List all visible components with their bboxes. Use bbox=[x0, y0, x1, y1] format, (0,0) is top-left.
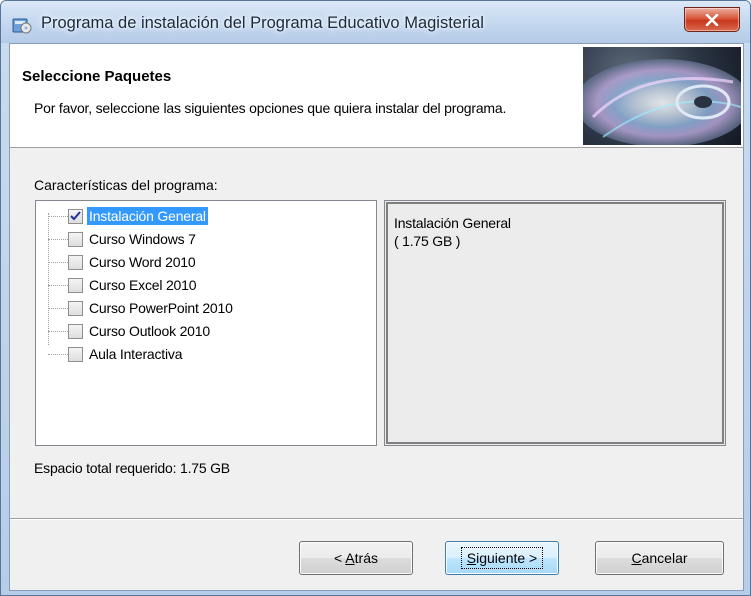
features-label: Características del programa: bbox=[34, 177, 218, 193]
cd-disc-banner-icon bbox=[583, 47, 741, 145]
checkbox-curso-windows-7[interactable] bbox=[68, 231, 83, 247]
tree-item-label[interactable]: Curso Word 2010 bbox=[87, 253, 197, 271]
back-button-label: < Atrás bbox=[334, 550, 378, 566]
description-size: ( 1.75 GB ) bbox=[394, 233, 461, 249]
tree-item-curso-powerpoint-2010[interactable]: Curso PowerPoint 2010 bbox=[48, 297, 235, 319]
checkbox-curso-word-2010[interactable] bbox=[68, 254, 83, 270]
cancel-button-label: Cancelar bbox=[631, 550, 688, 566]
checkbox-curso-outlook-2010[interactable] bbox=[68, 323, 83, 339]
tree-item-label[interactable]: Instalación General bbox=[87, 207, 208, 225]
tree-item-label[interactable]: Curso PowerPoint 2010 bbox=[87, 299, 235, 317]
installer-window: Programa de instalación del Programa Edu… bbox=[0, 0, 751, 596]
tree-item-label[interactable]: Curso Windows 7 bbox=[87, 230, 198, 248]
close-icon bbox=[705, 13, 719, 26]
window-title: Programa de instalación del Programa Edu… bbox=[41, 14, 484, 32]
page-subtitle: Por favor, seleccione las siguientes opc… bbox=[34, 100, 507, 116]
page-title: Seleccione Paquetes bbox=[22, 68, 172, 85]
tree-item-aula-interactiva[interactable]: Aula Interactiva bbox=[48, 343, 184, 365]
tree-item-label[interactable]: Curso Excel 2010 bbox=[87, 276, 198, 294]
tree-item-label[interactable]: Aula Interactiva bbox=[87, 345, 184, 363]
tree-item-instalacion-general[interactable]: Instalación General bbox=[48, 205, 208, 227]
tree-item-label[interactable]: Curso Outlook 2010 bbox=[87, 322, 212, 340]
checkbox-curso-excel-2010[interactable] bbox=[68, 277, 83, 293]
tree-item-curso-outlook-2010[interactable]: Curso Outlook 2010 bbox=[48, 320, 212, 342]
close-button[interactable] bbox=[684, 7, 740, 32]
dialog-header: Seleccione Paquetes Por favor, seleccion… bbox=[10, 44, 743, 148]
feature-description-panel: Instalación General ( 1.75 GB ) bbox=[384, 200, 726, 446]
description-name: Instalación General bbox=[394, 215, 511, 231]
checkmark-icon bbox=[70, 211, 81, 221]
next-button-label: Siguiente > bbox=[460, 547, 544, 569]
next-button[interactable]: Siguiente > bbox=[445, 541, 559, 575]
checkbox-instalacion-general[interactable] bbox=[68, 208, 83, 224]
tree-item-curso-windows-7[interactable]: Curso Windows 7 bbox=[48, 228, 198, 250]
back-button[interactable]: < Atrás bbox=[299, 541, 413, 575]
dialog-client-area: Seleccione Paquetes Por favor, seleccion… bbox=[9, 43, 744, 591]
button-separator bbox=[10, 518, 743, 520]
setup-icon bbox=[12, 18, 32, 34]
features-tree[interactable]: Instalación General Curso Windows 7 Curs… bbox=[35, 200, 377, 446]
space-required-label: Espacio total requerido: 1.75 GB bbox=[34, 460, 230, 476]
tree-item-curso-word-2010[interactable]: Curso Word 2010 bbox=[48, 251, 197, 273]
checkbox-aula-interactiva[interactable] bbox=[68, 346, 83, 362]
title-bar[interactable]: Programa de instalación del Programa Edu… bbox=[1, 1, 750, 43]
cancel-button[interactable]: Cancelar bbox=[595, 541, 724, 575]
tree-item-curso-excel-2010[interactable]: Curso Excel 2010 bbox=[48, 274, 198, 296]
checkbox-curso-powerpoint-2010[interactable] bbox=[68, 300, 83, 316]
